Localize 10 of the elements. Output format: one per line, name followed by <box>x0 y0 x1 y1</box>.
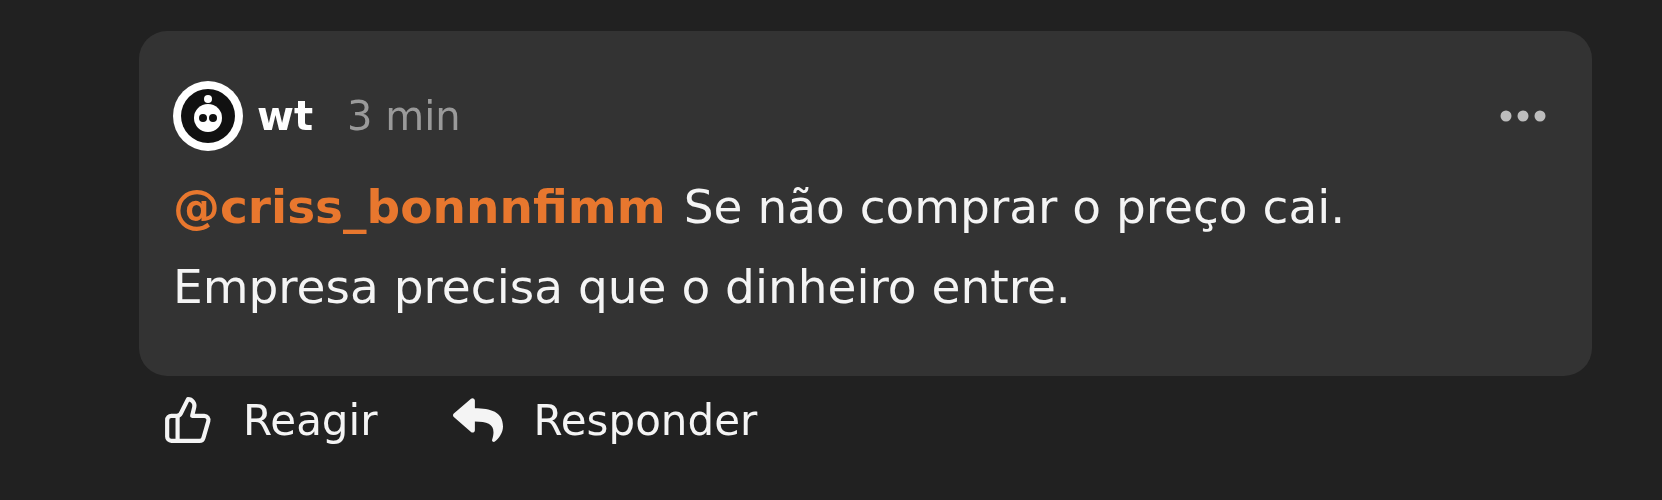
react-button[interactable]: Reagir <box>163 394 378 446</box>
author-name: wt <box>257 93 314 139</box>
comment-time: 3 min <box>347 93 461 139</box>
more-icon[interactable] <box>1500 110 1546 122</box>
comment-text: @criss_bonnnfimm Se não comprar o preço cai. Empresa precisa que o dinheiro entre. <box>173 178 1347 316</box>
mention-link[interactable]: @criss_bonnnfimm <box>173 179 666 234</box>
avatar-icon <box>173 81 243 151</box>
thumbs-up-icon <box>163 394 213 446</box>
reply-icon <box>453 395 504 445</box>
reply-button[interactable]: Responder <box>453 394 758 446</box>
